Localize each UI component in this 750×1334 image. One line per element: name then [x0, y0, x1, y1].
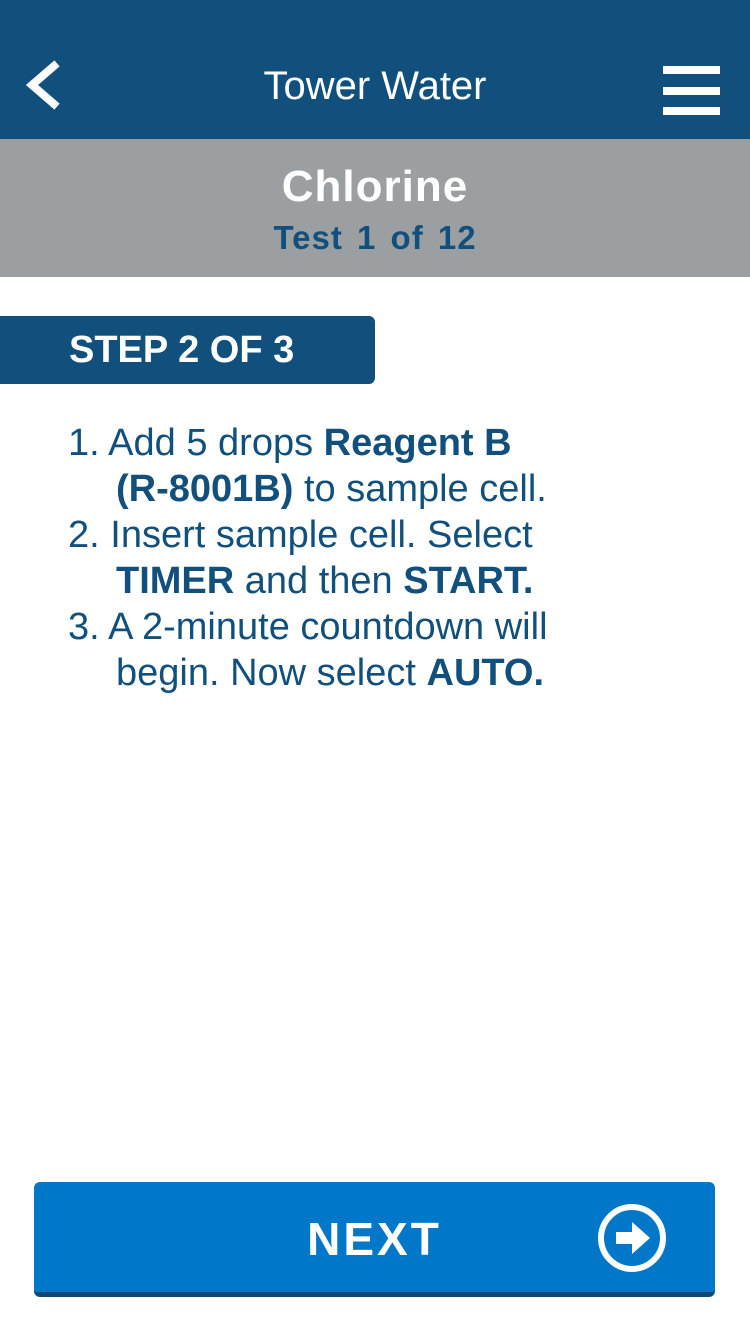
- instruction-text: and then: [234, 560, 404, 602]
- top-nav-bar: Tower Water: [0, 0, 750, 139]
- instruction-text: A 2-minute countdown will: [108, 606, 548, 648]
- instruction-line: begin. Now select AUTO.: [68, 650, 688, 696]
- next-button[interactable]: NEXT: [34, 1182, 715, 1297]
- instruction-line: TIMER and then START.: [68, 558, 688, 604]
- instruction-item: 2. Insert sample cell. Select TIMER and t…: [68, 512, 688, 604]
- instruction-line: 2. Insert sample cell. Select: [68, 512, 688, 558]
- menu-bar-line: [663, 107, 720, 115]
- instruction-list: 1. Add 5 drops Reagent B (R-8001B) to sam…: [68, 420, 688, 696]
- instruction-text: Insert sample cell. Select: [110, 514, 533, 556]
- instruction-number: 3.: [68, 606, 100, 648]
- instruction-item: 1. Add 5 drops Reagent B (R-8001B) to sam…: [68, 420, 688, 512]
- test-header: Chlorine Test 1 of 12: [0, 139, 750, 277]
- instruction-emphasis: (R-8001B): [116, 468, 294, 510]
- instruction-number: 1.: [68, 422, 100, 464]
- instruction-line: (R-8001B) to sample cell.: [68, 466, 688, 512]
- instruction-text: begin. Now select: [116, 652, 427, 694]
- arrow-right-circle-icon: [598, 1204, 666, 1272]
- step-label: STEP 2 OF 3: [69, 329, 295, 371]
- instruction-line: 3. A 2-minute countdown will: [68, 604, 688, 650]
- instruction-item: 3. A 2-minute countdown will begin. Now s…: [68, 604, 688, 696]
- step-badge: STEP 2 OF 3: [0, 316, 375, 384]
- instruction-emphasis: START.: [403, 560, 534, 602]
- instruction-text: Add 5 drops: [108, 422, 324, 464]
- instruction-emphasis: Reagent B: [323, 422, 512, 464]
- instruction-emphasis: AUTO.: [426, 652, 545, 694]
- test-progress: Test 1 of 12: [273, 219, 477, 256]
- menu-button[interactable]: [655, 60, 725, 118]
- menu-bar-line: [663, 66, 720, 74]
- instruction-text: to sample cell.: [293, 468, 547, 510]
- screen: Tower Water Chlorine Test 1 of 12 STEP 2…: [0, 0, 750, 1334]
- instruction-line: 1. Add 5 drops Reagent B: [68, 420, 688, 466]
- page-title: Tower Water: [263, 64, 487, 108]
- menu-bar-line: [663, 87, 720, 95]
- instruction-number: 2.: [68, 514, 100, 556]
- instruction-emphasis: TIMER: [116, 560, 235, 602]
- test-name: Chlorine: [281, 162, 469, 211]
